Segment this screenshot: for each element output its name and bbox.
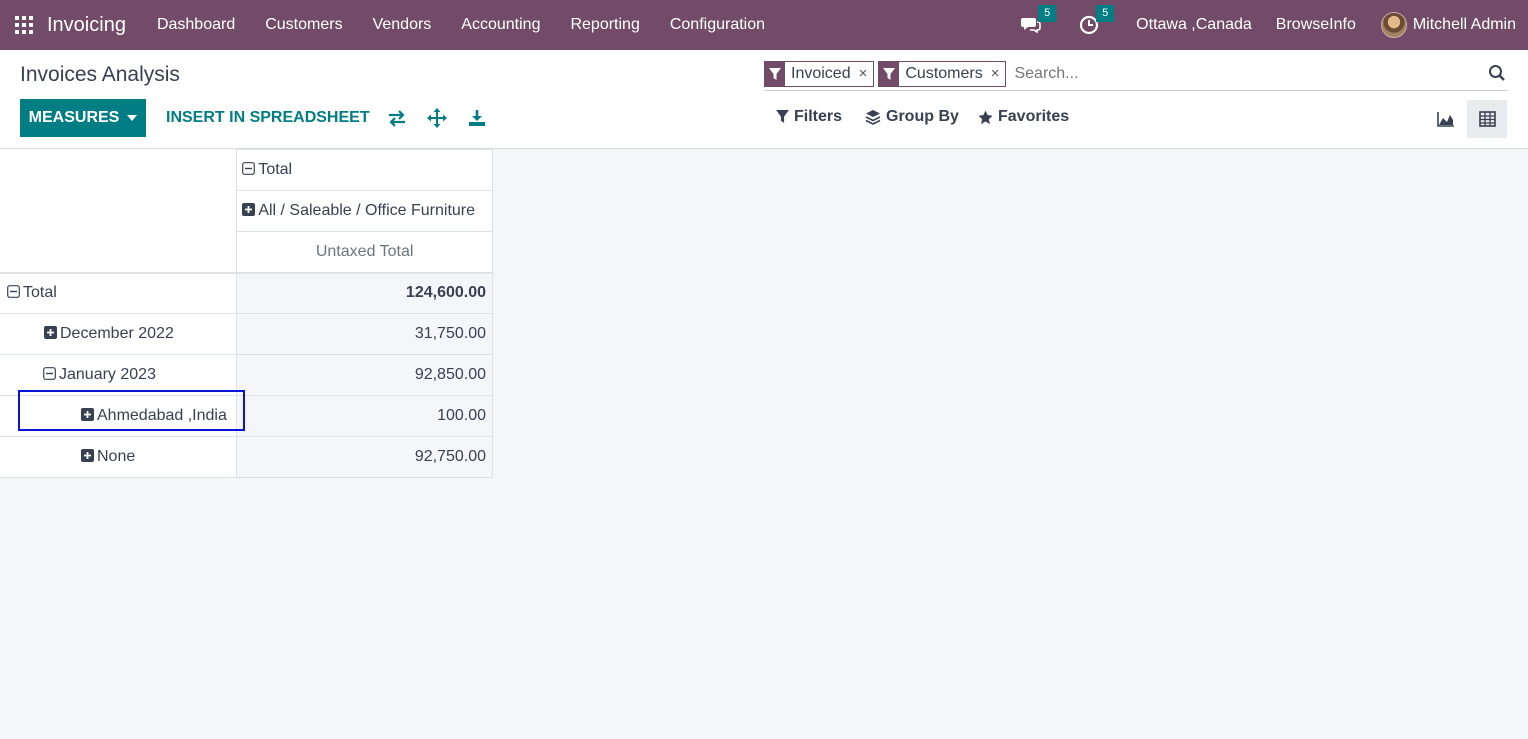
- measures-button[interactable]: MEASURES: [20, 99, 146, 137]
- col-header-label: All / Saleable / Office Furniture: [258, 202, 476, 219]
- groupby-label: Group By: [886, 108, 959, 125]
- row-header-total[interactable]: Total: [0, 271, 238, 314]
- activities-badge: 5: [1096, 5, 1115, 22]
- facet-value: Customers ×: [899, 62, 1005, 86]
- flip-axis-button[interactable]: [387, 108, 407, 128]
- page-title: Invoices Analysis: [20, 63, 180, 86]
- pivot-col-header-total[interactable]: Total: [236, 149, 493, 191]
- top-navbar: Invoicing Dashboard Customers Vendors Ac…: [0, 0, 1528, 50]
- caret-down-icon: [127, 115, 138, 121]
- table-row: December 2022 31,750.00: [0, 313, 493, 355]
- search-bar: Invoiced × Customers ×: [764, 58, 1508, 91]
- filters-toggle[interactable]: Filters: [776, 108, 842, 126]
- insert-spreadsheet-button[interactable]: INSERT IN SPREADSHEET: [166, 99, 370, 137]
- area-chart-icon: [1437, 112, 1454, 127]
- cell-value[interactable]: 92,850.00: [236, 354, 493, 396]
- pivot-view-button[interactable]: [1467, 100, 1507, 138]
- col-header-label: Total: [258, 161, 293, 178]
- close-icon[interactable]: ×: [991, 62, 1000, 86]
- messages-button[interactable]: 5: [1020, 5, 1057, 36]
- minus-square-icon: [7, 285, 20, 299]
- user-avatar[interactable]: [1380, 12, 1407, 38]
- main-menu: Dashboard Customers Vendors Accounting R…: [142, 16, 780, 34]
- row-label: January 2023: [59, 366, 156, 383]
- facet-customers[interactable]: Customers ×: [878, 61, 1007, 87]
- search-input[interactable]: [1010, 65, 1471, 83]
- table-icon: [1478, 111, 1496, 127]
- cell-value[interactable]: 100.00: [236, 395, 493, 437]
- layers-icon: [865, 110, 881, 125]
- menu-vendors[interactable]: Vendors: [358, 16, 447, 34]
- app-name[interactable]: Invoicing: [47, 14, 126, 37]
- minus-square-icon: [242, 162, 256, 175]
- cell-value[interactable]: 31,750.00: [236, 313, 493, 355]
- arrows-move-icon: [427, 108, 447, 128]
- exchange-icon: [389, 110, 405, 127]
- facet-label: Invoiced: [791, 65, 851, 82]
- facet-label: Customers: [905, 65, 983, 82]
- filter-icon: [765, 62, 785, 86]
- download-icon: [469, 110, 485, 126]
- menu-configuration[interactable]: Configuration: [655, 16, 780, 34]
- filters-label: Filters: [794, 108, 843, 125]
- menu-accounting[interactable]: Accounting: [446, 16, 555, 34]
- plus-square-icon: [242, 203, 256, 216]
- filter-icon: [776, 110, 789, 123]
- apps-menu-icon[interactable]: [15, 16, 33, 34]
- row-header-none[interactable]: None: [0, 436, 238, 478]
- menu-customers[interactable]: Customers: [250, 16, 357, 34]
- menu-dashboard[interactable]: Dashboard: [142, 16, 250, 34]
- groupby-toggle[interactable]: Group By: [865, 108, 959, 126]
- facet-invoiced[interactable]: Invoiced ×: [764, 61, 875, 87]
- company-switcher[interactable]: Ottawa ,Canada: [1136, 16, 1252, 34]
- row-label: December 2022: [60, 325, 174, 342]
- plus-square-icon: [81, 449, 94, 462]
- row-header-december-2022[interactable]: December 2022: [0, 313, 238, 355]
- download-button[interactable]: [467, 108, 487, 128]
- minus-square-icon: [43, 367, 56, 380]
- navbar-systray: 5 5 Ottawa ,Canada BrowseInfo Mitchell A…: [1020, 0, 1528, 50]
- highlight-box: [18, 390, 245, 431]
- search-icon[interactable]: [1488, 64, 1506, 87]
- user-menu[interactable]: Mitchell Admin: [1413, 16, 1516, 34]
- company-name[interactable]: BrowseInfo: [1276, 16, 1356, 34]
- cell-value[interactable]: 92,750.00: [236, 436, 493, 478]
- graph-view-button[interactable]: [1426, 100, 1466, 138]
- plus-square-icon: [44, 326, 57, 339]
- measures-label: MEASURES: [28, 109, 120, 126]
- control-panel: Invoices Analysis MEASURES INSERT IN SPR…: [0, 50, 1528, 149]
- activities-button[interactable]: 5: [1078, 5, 1115, 36]
- menu-reporting[interactable]: Reporting: [555, 16, 654, 34]
- table-row: None 92,750.00: [0, 436, 493, 478]
- measure-header[interactable]: Untaxed Total: [236, 231, 493, 273]
- favorites-label: Favorites: [998, 108, 1070, 125]
- row-label: Total: [23, 284, 57, 302]
- favorites-toggle[interactable]: Favorites: [978, 108, 1069, 126]
- row-label: None: [97, 448, 136, 465]
- expand-all-button[interactable]: [427, 108, 447, 128]
- table-row: Total 124,600.00: [0, 271, 493, 314]
- close-icon[interactable]: ×: [859, 62, 868, 86]
- filter-icon: [879, 62, 900, 86]
- pivot-corner: [0, 149, 238, 273]
- pivot-col-header-group[interactable]: All / Saleable / Office Furniture: [236, 190, 493, 232]
- messages-badge: 5: [1038, 5, 1057, 22]
- facet-value: Invoiced ×: [785, 62, 873, 86]
- cell-value[interactable]: 124,600.00: [236, 271, 493, 314]
- star-icon: [978, 110, 993, 124]
